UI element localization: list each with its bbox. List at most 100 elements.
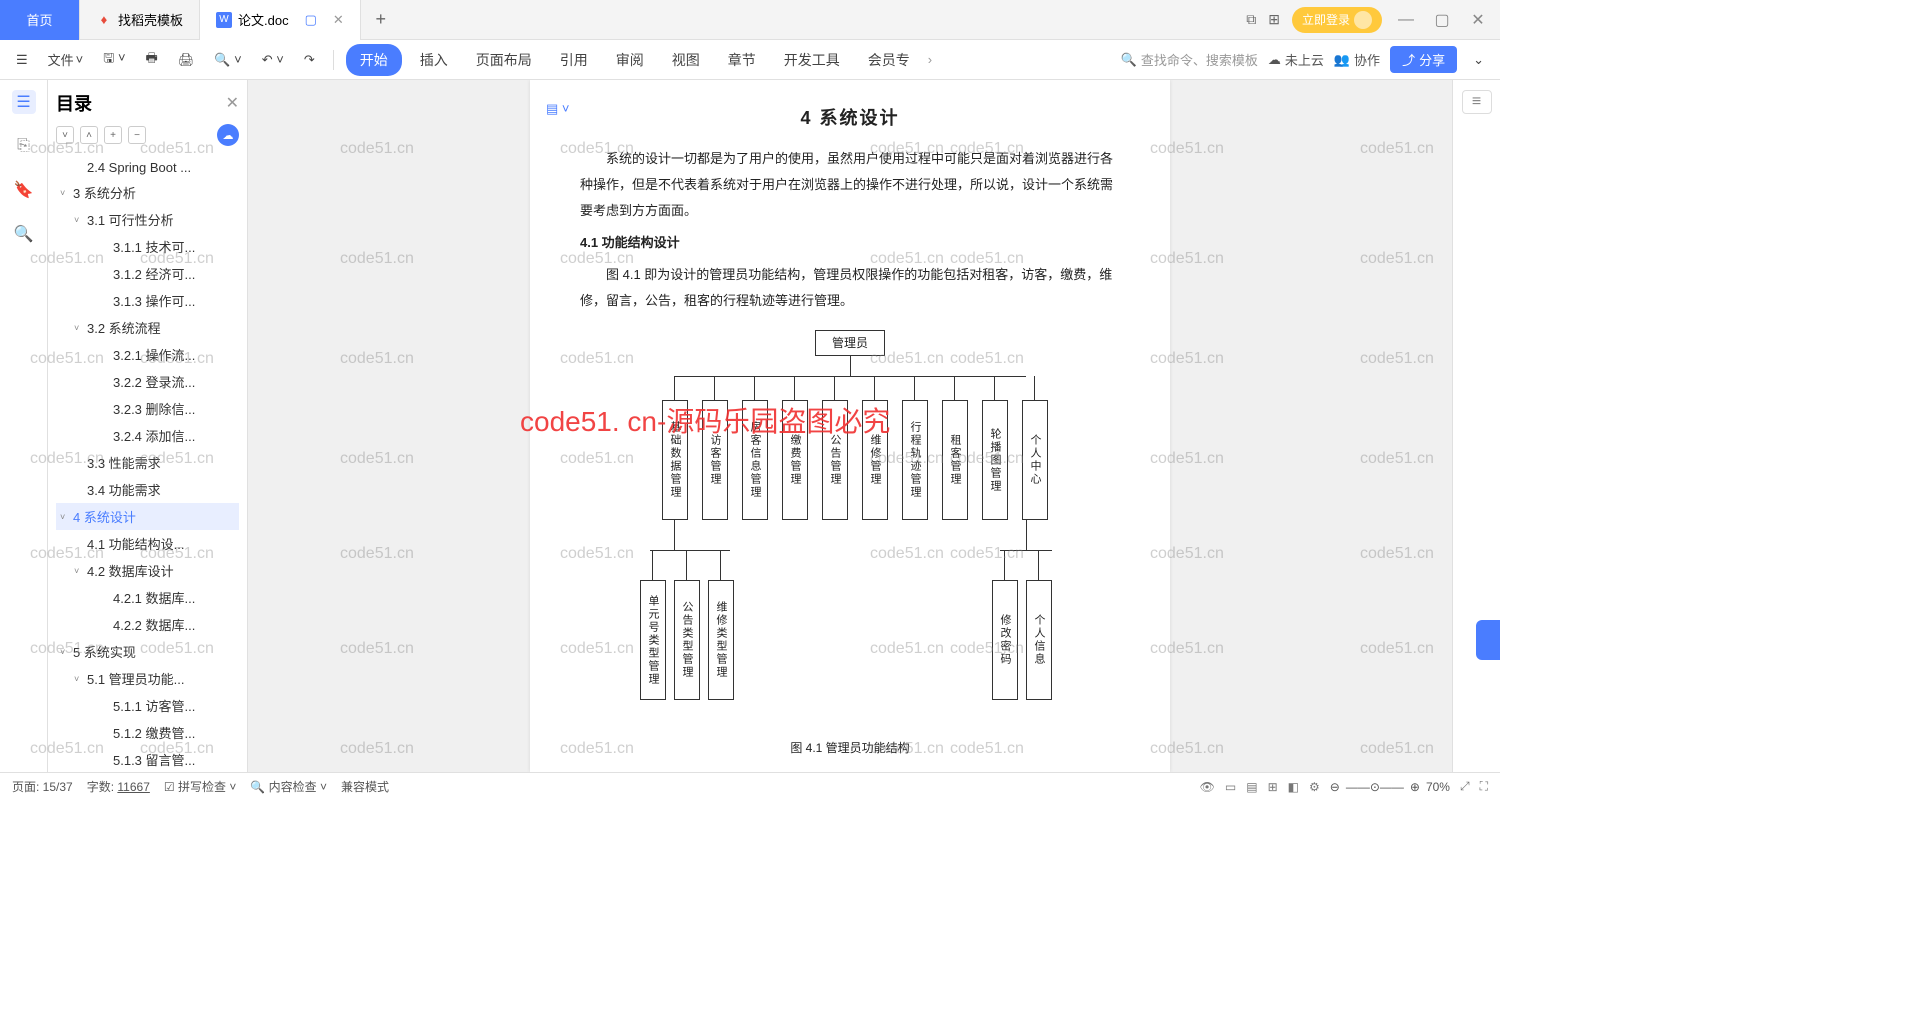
view-mode-2-icon[interactable]: ▤ [1246,780,1257,794]
zoom-in-button[interactable]: ⊕ [1410,780,1420,794]
expand-all-button[interactable]: ˄ [80,126,98,144]
login-button[interactable]: 立即登录 [1292,7,1382,33]
maximize-button[interactable]: ▢ [1430,10,1454,30]
close-icon[interactable]: ✕ [333,12,344,28]
print-preview-button[interactable]: 🖶 [140,45,164,75]
fullscreen-icon[interactable]: ⛶ [1480,779,1488,794]
menu-member[interactable]: 会员专 [858,44,920,76]
view-mode-4-icon[interactable]: ◧ [1288,780,1299,794]
menu-sections[interactable]: 章节 [718,44,766,76]
toc-item[interactable]: 3.1.3 操作可... [56,287,239,314]
find-icon[interactable]: 🔍 [12,222,36,246]
tab-home[interactable]: 首页 [0,0,80,40]
toc-item[interactable]: 3.2.2 登录流... [56,368,239,395]
menu-button[interactable]: ☰ [10,48,34,72]
toc-item[interactable]: 4.2.1 数据库... [56,584,239,611]
toc-item[interactable]: ˅3.1 可行性分析 [56,206,239,233]
collab-button[interactable]: 👥 协作 [1334,50,1380,69]
menu-review[interactable]: 审阅 [606,44,654,76]
zoom-control[interactable]: ⊖ ——⊙—— ⊕ 70% [1330,780,1450,794]
collapse-all-button[interactable]: ˅ [56,126,74,144]
toc-item[interactable]: 2.4 Spring Boot ... [56,156,239,179]
toc-item[interactable]: 4.1 功能结构设... [56,530,239,557]
zoom-level[interactable]: 70% [1426,780,1450,794]
settings-icon[interactable]: ⚙ [1309,780,1320,794]
undo-button[interactable]: ↶ ˅ [256,48,290,72]
menu-developer[interactable]: 开发工具 [774,44,850,76]
tab-document[interactable]: W 论文.doc ▢ ✕ [200,0,361,40]
diagram: 管理员 基础数据管理访客管理房客信息管理缴费管理公告管理维修管理行程轨迹管理租客… [640,330,1060,720]
toc-item[interactable]: 3.4 功能需求 [56,476,239,503]
cloud-status[interactable]: ☁ 未上云 [1268,50,1324,69]
print-button[interactable]: 🖨 [172,48,201,72]
file-menu[interactable]: 文件 ˅ [42,46,90,73]
toc-item[interactable]: ˅3.2 系统流程 [56,314,239,341]
toc-item[interactable]: 3.1.1 技术可... [56,233,239,260]
toc-item[interactable]: 5.1.3 留言管... [56,746,239,772]
close-window-button[interactable]: ✕ [1466,10,1490,30]
toc-item[interactable]: 3.3 性能需求 [56,449,239,476]
toc-item[interactable]: 3.1.2 经济可... [56,260,239,287]
toc-item[interactable]: ˅4.2 数据库设计 [56,557,239,584]
toc-item[interactable]: 5.1.2 缴费管... [56,719,239,746]
menu-start[interactable]: 开始 [346,44,402,76]
view-mode-3-icon[interactable]: ⊞ [1268,780,1278,794]
toc-item[interactable]: 3.2.4 添加信... [56,422,239,449]
layout-icon[interactable]: ⧉ [1246,11,1256,28]
outline-title: 目录 [56,90,92,116]
preview-button[interactable]: 🔍 ˅ [208,48,247,72]
new-tab-button[interactable]: + [361,9,401,30]
collapse-ribbon-button[interactable]: ⌄ [1467,48,1490,72]
menu-references[interactable]: 引用 [550,44,598,76]
menu-insert[interactable]: 插入 [410,44,458,76]
toc-item[interactable]: ˅5.1 管理员功能... [56,665,239,692]
toc-item[interactable]: 4.2.2 数据库... [56,611,239,638]
save-button[interactable]: 🖫 ˅ [97,45,131,75]
sync-icon[interactable]: ☁ [217,124,239,146]
view-mode-1-icon[interactable]: ▭ [1225,780,1236,794]
diagram-node: 公告类型管理 [674,580,700,700]
cloud-icon: ☁ [1268,52,1281,68]
menu-view[interactable]: 视图 [662,44,710,76]
share-button[interactable]: ⤴ 分享 [1390,46,1457,73]
right-pane-toggle[interactable]: ≡ [1462,90,1492,114]
spellcheck-toggle[interactable]: ☑ 拼写检查 ˅ [164,778,236,795]
compat-mode[interactable]: 兼容模式 [341,778,389,795]
outline-icon[interactable]: ☰ [12,90,36,114]
menu-layout[interactable]: 页面布局 [466,44,542,76]
remove-button[interactable]: − [128,126,146,144]
apps-icon[interactable]: ⊞ [1268,11,1280,28]
toc-item[interactable]: 5.1.1 访客管... [56,692,239,719]
fit-icon[interactable]: ⤢ [1460,779,1470,794]
toc-item[interactable]: ˅4 系统设计 [56,503,239,530]
read-mode-icon[interactable]: 👁 [1200,780,1215,794]
toc-item[interactable]: ˅5 系统实现 [56,638,239,665]
bookmark-icon[interactable]: 🔖 [12,178,36,202]
heading-1: 4 系统设计 [580,100,1120,136]
toc-item[interactable]: ˅3 系统分析 [56,179,239,206]
tab-templates[interactable]: ♦ 找稻壳模板 [80,0,200,40]
float-side-button[interactable] [1476,620,1500,660]
content-check-toggle[interactable]: 🔍 内容检查 ˅ [250,778,327,795]
outline-tools: ˅ ˄ + − ☁ [56,124,239,146]
cast-icon[interactable]: ▢ [305,12,317,28]
word-count[interactable]: 字数: 11667 [87,778,150,795]
search-placeholder: 查找命令、搜索模板 [1141,50,1258,69]
toc-item[interactable]: 3.2.1 操作流... [56,341,239,368]
toc-list: 2.4 Spring Boot ...˅3 系统分析˅3.1 可行性分析3.1.… [56,156,239,772]
diagram-node: 单元号类型管理 [640,580,666,700]
page-indicator[interactable]: 页面: 15/37 [12,778,73,795]
titlebar: 首页 ♦ 找稻壳模板 W 论文.doc ▢ ✕ + ⧉ ⊞ 立即登录 — ▢ ✕ [0,0,1500,40]
toolbar: ☰ 文件 ˅ 🖫 ˅ 🖶 🖨 🔍 ˅ ↶ ˅ ↷ 开始 插入 页面布局 引用 审… [0,40,1500,80]
nav-icon[interactable]: ⎘ [12,134,36,158]
search-box[interactable]: 🔍 查找命令、搜索模板 [1121,50,1258,69]
chevron-right-icon[interactable]: › [928,52,932,67]
redo-button[interactable]: ↷ [298,48,321,72]
minimize-button[interactable]: — [1394,11,1418,29]
document-area[interactable]: ▤ ˅ 4 系统设计 系统的设计一切都是为了用户的使用，虽然用户使用过程中可能只… [248,80,1452,772]
toc-item[interactable]: 3.2.3 删除信... [56,395,239,422]
page-options-icon[interactable]: ▤ ˅ [546,96,570,122]
outline-close-button[interactable]: ✕ [226,93,239,113]
add-button[interactable]: + [104,126,122,144]
zoom-out-button[interactable]: ⊖ [1330,780,1340,794]
